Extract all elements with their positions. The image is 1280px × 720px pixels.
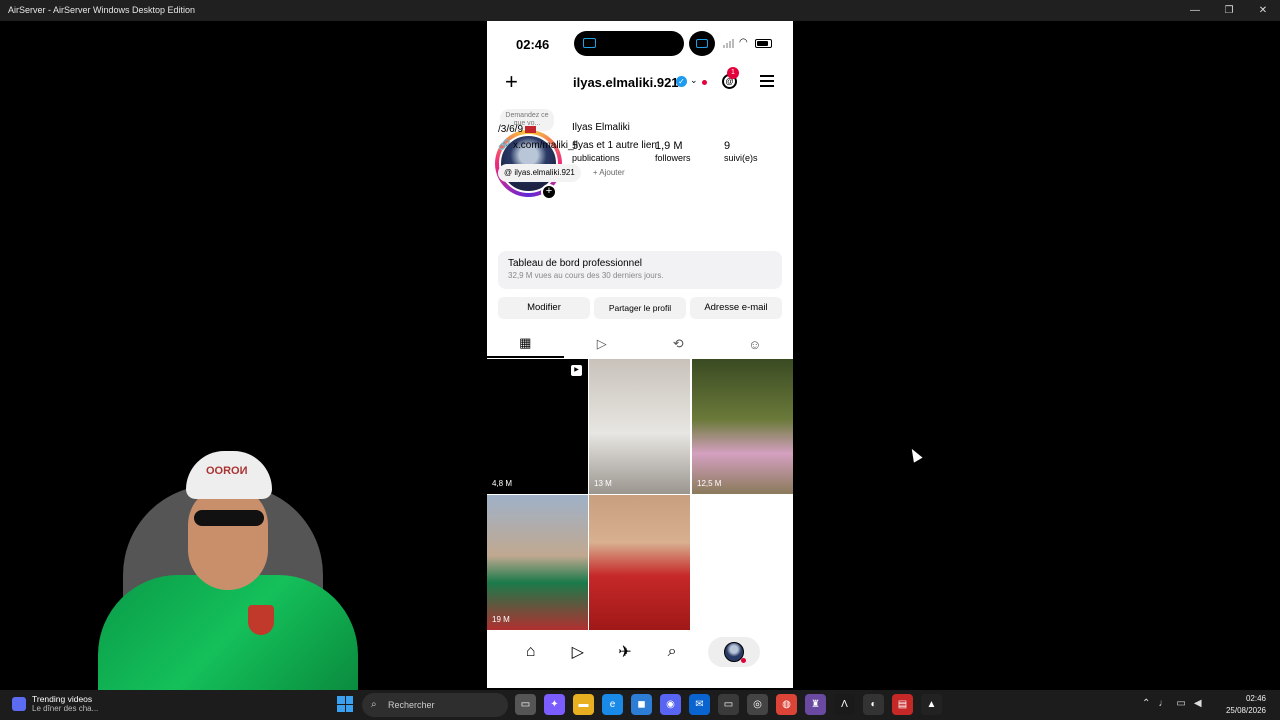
edge-icon[interactable]: e	[602, 694, 623, 715]
outlook-icon[interactable]: ✉	[689, 694, 710, 715]
stat-following[interactable]: 9 suivi(e)s	[724, 140, 758, 163]
cap-logo: OOROИ	[206, 465, 248, 477]
copilot-icon[interactable]: ✦	[544, 694, 565, 715]
threads-chip[interactable]: @ ilyas.elmaliki.921	[498, 164, 581, 182]
professional-dashboard[interactable]: Tableau de bord professionnel 32,9 M vue…	[498, 251, 782, 289]
reel-icon: ▶	[571, 365, 582, 376]
post-tile[interactable]: 12,5 M	[692, 359, 793, 494]
news-widget[interactable]: Trending videos Le dîner des cha...	[12, 694, 98, 713]
store-icon[interactable]: ◼	[631, 694, 652, 715]
window-title: AirServer - AirServer Windows Desktop Ed…	[8, 5, 196, 15]
taskbar-clock[interactable]: 02:46 25/08/2026	[1226, 693, 1266, 717]
status-time: 02:46	[516, 37, 550, 52]
reels-icon[interactable]: ▷	[567, 641, 589, 663]
gamepad-icon[interactable]: ♜	[805, 694, 826, 715]
jersey-crest	[248, 605, 274, 635]
screen-mirror-icon	[696, 39, 708, 48]
messages-icon[interactable]: ✈	[614, 641, 636, 663]
stat-followers[interactable]: 1,9 Mfollowers	[655, 140, 691, 163]
person-jersey	[98, 575, 358, 695]
app-icon[interactable]: ▤	[892, 694, 913, 715]
search-icon[interactable]: ⌕	[661, 641, 683, 663]
app-icon[interactable]: ◎	[747, 694, 768, 715]
share-profile-button[interactable]: Partager le profil	[594, 297, 686, 319]
add-chip[interactable]: + Ajouter	[587, 164, 631, 182]
menu-button[interactable]	[760, 75, 774, 90]
profile-tabs: ▦ ▷ ⟲ ☺	[487, 330, 793, 358]
post-tile[interactable]	[589, 495, 690, 630]
close-icon[interactable]: ✕	[1246, 0, 1280, 21]
volume-icon[interactable]: ◀	[1194, 698, 1202, 709]
signal-icon	[723, 39, 734, 48]
grid-icon[interactable]: ▦	[487, 330, 564, 358]
post-tile[interactable]: ▶ 4,8 M	[487, 359, 588, 494]
webcam-overlay: OOROИ	[88, 445, 378, 695]
create-button[interactable]: +	[505, 71, 518, 93]
full-name: Ilyas Elmaliki	[572, 122, 630, 133]
airplay-icon	[583, 38, 596, 48]
unread-dot	[702, 80, 707, 85]
link-icon: 🔗	[498, 140, 511, 151]
screen-mirror-indicator	[689, 31, 715, 56]
post-tile[interactable]: 19 M	[487, 495, 588, 630]
add-story-button[interactable]: +	[541, 184, 557, 200]
discord-icon[interactable]: ◉	[660, 694, 681, 715]
reels-icon[interactable]: ▷	[564, 330, 641, 358]
bottom-nav: ⌂ ▷ ✈ ⌕	[487, 631, 793, 673]
minimize-icon[interactable]: —	[1178, 0, 1212, 21]
display-icon[interactable]: ▭	[1176, 698, 1185, 709]
app-icon[interactable]: Λ	[834, 694, 855, 715]
window-titlebar: AirServer - AirServer Windows Desktop Ed…	[0, 0, 1280, 21]
chrome-icon[interactable]: ◍	[776, 694, 797, 715]
morocco-flag-icon	[525, 125, 537, 133]
notification-badge: 1	[727, 67, 739, 79]
username[interactable]: ilyas.elmaliki.921	[573, 75, 679, 90]
edit-profile-button[interactable]: Modifier	[498, 297, 590, 319]
post-tile[interactable]: 13 M	[589, 359, 690, 494]
profile-header: + ilyas.elmaliki.921 ✓ ⌄ @ 1	[487, 67, 793, 95]
task-view-icon[interactable]: ▭	[515, 694, 536, 715]
chevron-up-icon[interactable]: ⌃	[1142, 698, 1150, 709]
email-button[interactable]: Adresse e-mail	[690, 297, 782, 319]
profile-nav[interactable]	[708, 637, 761, 667]
system-tray[interactable]: ⌃ ♩ ▭ ◀	[1142, 698, 1202, 709]
airserver-icon[interactable]: ▭	[718, 694, 739, 715]
sunglasses	[194, 510, 264, 526]
phone-screen: 02:46 ◠ + ilyas.elmaliki.921 ✓ ⌄ @ 1 Dem…	[487, 21, 793, 688]
battery-icon	[755, 39, 772, 48]
wifi-icon: ◠	[739, 37, 748, 48]
person-head	[188, 485, 268, 590]
dashboard-title: Tableau de bord professionnel	[508, 258, 642, 269]
file-explorer-icon[interactable]: ▬	[573, 694, 594, 715]
app-icon[interactable]: ▲	[921, 694, 942, 715]
bio: /3/6/9	[498, 124, 537, 135]
reposts-icon[interactable]: ⟲	[640, 330, 717, 358]
dynamic-island	[574, 31, 684, 56]
start-button[interactable]	[337, 696, 353, 712]
tagged-icon[interactable]: ☺	[717, 330, 794, 358]
chevron-down-icon[interactable]: ⌄	[690, 75, 698, 86]
home-icon[interactable]: ⌂	[520, 641, 542, 663]
status-bar: 02:46 ◠	[487, 21, 793, 67]
bio-link[interactable]: 🔗 x.com/maliki_ilyas et 1 autre lien	[498, 140, 657, 151]
dashboard-subtitle: 32,9 M vues au cours des 30 derniers jou…	[508, 271, 664, 280]
maximize-icon[interactable]: ❐	[1212, 0, 1246, 21]
video-icon	[12, 697, 26, 711]
app-icon[interactable]: ◐	[863, 694, 884, 715]
verified-badge-icon: ✓	[676, 76, 687, 87]
profile-avatar	[724, 642, 747, 663]
microphone-icon[interactable]: ♩	[1158, 698, 1168, 709]
search-icon: ⌕	[371, 699, 377, 710]
windows-taskbar: Trending videos Le dîner des cha... ⌕ Rech…	[0, 690, 1280, 720]
taskbar-search[interactable]: ⌕ Rechercher	[362, 693, 508, 717]
